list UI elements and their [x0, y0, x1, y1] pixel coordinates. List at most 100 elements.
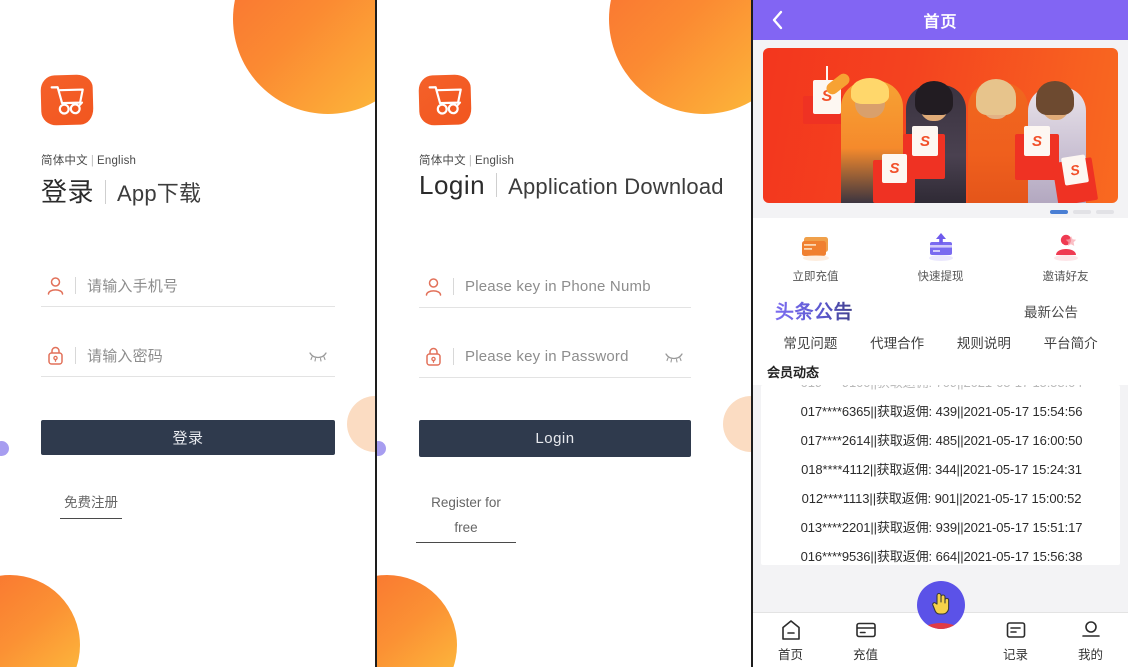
withdraw-card-icon	[878, 226, 1003, 262]
phone-field[interactable]: Please key in Phone Numb	[419, 266, 691, 308]
link-agent-cooperation[interactable]: 代理合作	[854, 332, 941, 352]
banner-bag-white: S	[1024, 126, 1050, 156]
user-icon	[41, 276, 69, 295]
register-label-line2: free	[454, 520, 478, 535]
quick-action-label: 立即充值	[792, 271, 839, 283]
center-action-button[interactable]	[916, 581, 965, 629]
login-button[interactable]: 登录	[41, 420, 335, 455]
field-divider	[75, 277, 76, 294]
member-activity-title: 会员动态	[753, 360, 1128, 385]
bag-letter: S	[889, 160, 900, 177]
lang-english[interactable]: English	[475, 155, 514, 167]
decorative-circle-top-right	[233, 0, 375, 114]
banner-bag-white: S	[1060, 154, 1090, 186]
tab-records[interactable]: 记录	[978, 618, 1053, 663]
lang-separator: |	[90, 155, 94, 167]
decorative-halfcircle-right	[347, 396, 375, 452]
shopping-cart-logo-icon	[428, 86, 462, 115]
login-panel-chinese: 简体中文 | English 登录 App下载 请输入手机号 请输入密码 登录 …	[0, 0, 377, 667]
record-icon	[978, 618, 1053, 642]
login-button[interactable]: Login	[419, 420, 691, 457]
field-divider	[75, 347, 76, 364]
app-logo	[418, 74, 472, 126]
carousel-dot[interactable]	[1073, 210, 1091, 214]
decorative-halfcircle-right	[723, 396, 751, 452]
bottom-tab-bar: 首页 充值 记录 我的	[753, 581, 1128, 667]
tab-label: 记录	[1002, 647, 1028, 662]
link-rules[interactable]: 规则说明	[941, 332, 1028, 352]
banner-bag-white: S	[882, 154, 907, 183]
quick-action-invite[interactable]: 邀请好友	[1003, 226, 1128, 284]
phone-input-placeholder[interactable]: Please key in Phone Numb	[465, 278, 691, 295]
decorative-dot-left	[377, 441, 386, 456]
banner-carousel[interactable]: S S S S S	[753, 40, 1128, 203]
carousel-indicators[interactable]	[753, 203, 1128, 218]
tab-label: 首页	[777, 647, 803, 662]
password-field[interactable]: Please key in Password	[419, 336, 691, 378]
decorative-dot-left	[0, 441, 9, 456]
lock-icon	[419, 347, 447, 366]
quick-action-withdraw[interactable]: 快速提现	[878, 226, 1003, 284]
list-item: 012****1113||获取返佣: 901||2021-05-17 15:00…	[801, 491, 1082, 506]
phone-field[interactable]: 请输入手机号	[41, 265, 335, 307]
link-faq[interactable]: 常见问题	[767, 332, 854, 352]
quick-action-label: 邀请好友	[1042, 271, 1089, 283]
tab-profile[interactable]: 我的	[1053, 618, 1128, 663]
free-register-link[interactable]: 免费注册	[60, 490, 122, 519]
title-login[interactable]: 登录	[41, 172, 94, 209]
phone-input-placeholder[interactable]: 请输入手机号	[87, 275, 335, 296]
carousel-dot[interactable]	[1096, 210, 1114, 214]
chevron-left-icon[interactable]	[767, 8, 789, 32]
password-input-placeholder[interactable]: Please key in Password	[465, 348, 657, 365]
title-app-download[interactable]: App下载	[117, 176, 201, 208]
tab-label: 我的	[1077, 647, 1103, 662]
lang-separator: |	[468, 155, 472, 167]
list-item: 016****9536||获取返佣: 664||2021-05-17 15:56…	[800, 549, 1083, 564]
banner-hair-3	[976, 79, 1016, 115]
banner-hair-2	[915, 81, 953, 115]
shopping-cart-logo-icon	[50, 86, 84, 115]
tab-home[interactable]: 首页	[753, 618, 828, 663]
language-switcher[interactable]: 简体中文 | English	[419, 152, 514, 168]
credit-card-icon	[753, 226, 878, 262]
quick-links-row: 常见问题 代理合作 规则说明 平台简介	[753, 330, 1128, 360]
quick-actions-row: 立即充值 快速提现 邀请好友	[753, 218, 1128, 293]
notice-row: 头条公告 最新公告	[753, 293, 1128, 330]
member-activity-feed[interactable]: 019****9100||获取返佣: 709||2021-05-17 15:58…	[761, 385, 1120, 565]
quick-action-recharge[interactable]: 立即充值	[753, 226, 878, 284]
decorative-circle-top-right	[609, 0, 751, 114]
password-input-placeholder[interactable]: 请输入密码	[87, 345, 301, 366]
tab-recharge[interactable]: 充值	[828, 618, 903, 663]
login-panel-english: 简体中文 | English Login Application Download …	[377, 0, 753, 667]
headline-announcement-title[interactable]: 头条公告	[775, 297, 853, 324]
eye-closed-icon[interactable]	[657, 351, 691, 363]
title-login[interactable]: Login	[419, 170, 485, 201]
password-field[interactable]: 请输入密码	[41, 335, 335, 377]
title-app-download[interactable]: Application Download	[508, 174, 724, 200]
decorative-circle-bottom-left	[0, 575, 80, 667]
home-icon	[753, 618, 828, 642]
lang-chinese[interactable]: 简体中文	[41, 155, 88, 167]
lang-english[interactable]: English	[97, 155, 136, 167]
eye-closed-icon[interactable]	[301, 350, 335, 362]
language-switcher[interactable]: 简体中文 | English	[41, 152, 136, 168]
carousel-dot-active[interactable]	[1050, 210, 1068, 214]
banner-hair-1	[851, 78, 889, 104]
field-divider	[453, 348, 454, 365]
tab-center-action[interactable]	[903, 581, 978, 641]
promo-banner-image[interactable]: S S S S S	[763, 48, 1118, 203]
register-label-line1: Register for	[431, 495, 501, 510]
list-item: 013****2201||获取返佣: 939||2021-05-17 15:51…	[800, 520, 1083, 535]
bag-letter: S	[919, 132, 930, 150]
latest-announcement-link[interactable]: 最新公告	[1024, 301, 1078, 321]
field-divider	[453, 278, 454, 295]
lang-chinese[interactable]: 简体中文	[419, 155, 466, 167]
quick-action-label: 快速提现	[917, 271, 964, 283]
list-item: 019****9100||获取返佣: 709||2021-05-17 15:58…	[761, 385, 1120, 396]
link-platform-intro[interactable]: 平台简介	[1027, 332, 1114, 352]
free-register-link[interactable]: Register for free	[416, 490, 516, 543]
page-title: 登录 App下载	[41, 172, 201, 209]
bag-handle	[826, 66, 828, 82]
member-activity-list: 019****9100||获取返佣: 709||2021-05-17 15:58…	[761, 385, 1120, 565]
fab-red-accent	[918, 623, 963, 629]
